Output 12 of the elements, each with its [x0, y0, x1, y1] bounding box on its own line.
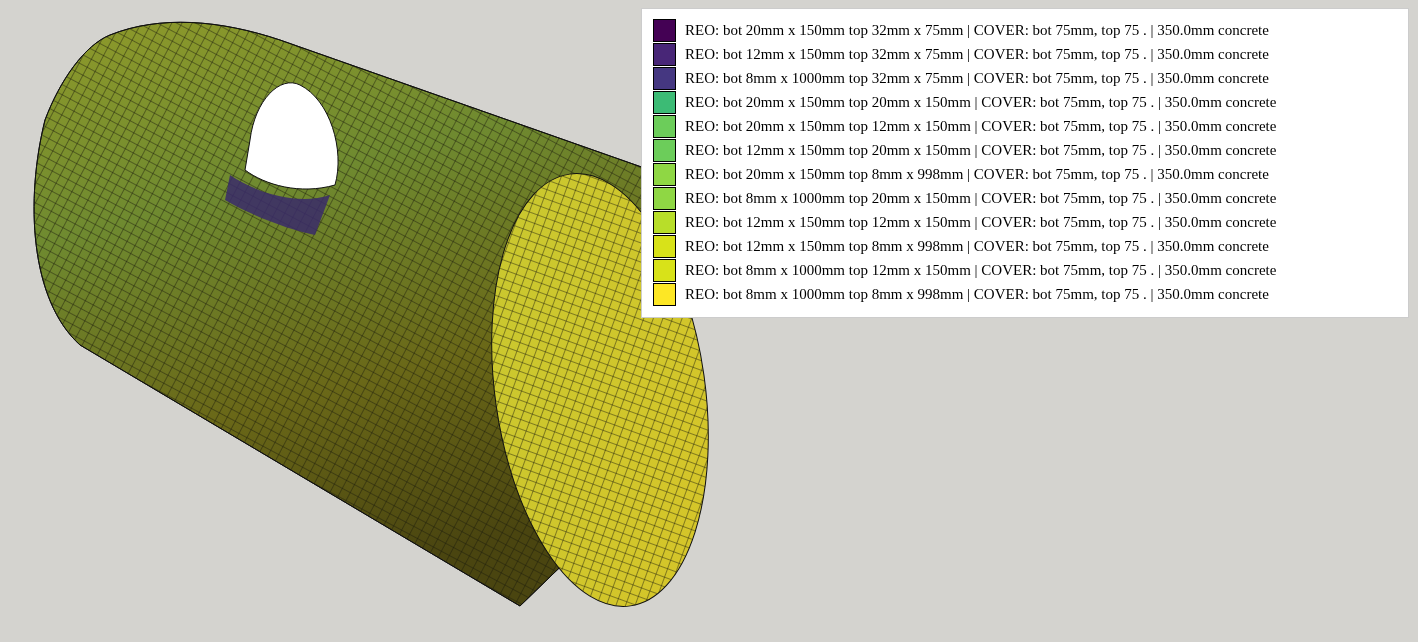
legend-label: REO: bot 12mm x 150mm top 12mm x 150mm | COVER: bot 75mm, top 75 . | 350.0mm concrete: [685, 213, 1277, 231]
legend-label: REO: bot 8mm x 1000mm top 32mm x 75mm | COVER: bot 75mm, top 75 . | 350.0mm concrete: [685, 69, 1269, 87]
legend-label: REO: bot 12mm x 150mm top 20mm x 150mm | COVER: bot 75mm, top 75 . | 350.0mm concrete: [685, 141, 1277, 159]
legend-label: REO: bot 8mm x 1000mm top 20mm x 150mm | COVER: bot 75mm, top 75 . | 350.0mm concrete: [685, 189, 1277, 207]
legend-label: REO: bot 8mm x 1000mm top 12mm x 150mm | COVER: bot 75mm, top 75 . | 350.0mm concrete: [685, 261, 1277, 279]
legend-label: REO: bot 20mm x 150mm top 12mm x 150mm | COVER: bot 75mm, top 75 . | 350.0mm concrete: [685, 117, 1277, 135]
legend-label: REO: bot 8mm x 1000mm top 8mm x 998mm | COVER: bot 75mm, top 75 . | 350.0mm concrete: [685, 285, 1269, 303]
legend-label: REO: bot 20mm x 150mm top 20mm x 150mm | COVER: bot 75mm, top 75 . | 350.0mm concrete: [685, 93, 1277, 111]
legend-label: REO: bot 12mm x 150mm top 32mm x 75mm | COVER: bot 75mm, top 75 . | 350.0mm concrete: [685, 45, 1269, 63]
legend-label: REO: bot 20mm x 150mm top 8mm x 998mm | COVER: bot 75mm, top 75 . | 350.0mm concrete: [685, 165, 1269, 183]
legend-label: REO: bot 20mm x 150mm top 32mm x 75mm | COVER: bot 75mm, top 75 . | 350.0mm concrete: [685, 21, 1269, 39]
legend-label: REO: bot 12mm x 150mm top 8mm x 998mm | COVER: bot 75mm, top 75 . | 350.0mm concrete: [685, 237, 1269, 255]
